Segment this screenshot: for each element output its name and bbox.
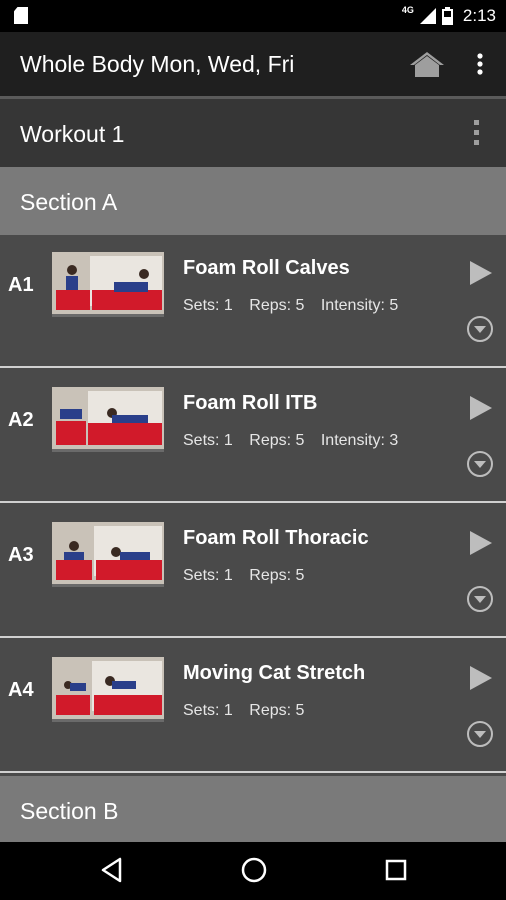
exercise-meta: Sets: 1 Reps: 5 Intensity: 3	[183, 432, 410, 450]
exercise-row-a2[interactable]: A2 Foam Roll ITB Sets: 1 Reps: 5 Intensi…	[0, 370, 506, 503]
expand-icon[interactable]	[466, 315, 494, 343]
section-label: Section A	[20, 189, 118, 215]
exercise-thumbnail[interactable]	[52, 252, 164, 317]
network-type: 4G	[401, 5, 414, 15]
back-icon[interactable]	[100, 856, 124, 884]
section-label: Section B	[20, 798, 119, 824]
reps-value: Reps: 5	[249, 432, 305, 449]
battery-icon	[441, 7, 453, 25]
exercise-row-a1[interactable]: A1 Foam Roll Calves Sets: 1 Reps: 5 Inte…	[0, 235, 506, 368]
navigation-bar	[0, 842, 506, 900]
play-icon[interactable]	[468, 664, 494, 692]
home-circle-icon[interactable]	[240, 856, 268, 884]
exercise-meta: Sets: 1 Reps: 5	[183, 567, 316, 585]
exercise-code: A2	[8, 409, 34, 431]
exercise-thumbnail[interactable]	[52, 387, 164, 452]
exercise-row-a3[interactable]: A3 Foam Roll Thoracic Sets: 1 Reps: 5	[0, 505, 506, 638]
sets-value: Sets: 1	[183, 297, 233, 314]
reps-value: Reps: 5	[249, 567, 305, 584]
app-title: Whole Body Mon, Wed, Fri	[20, 51, 295, 77]
sets-value: Sets: 1	[183, 567, 233, 584]
expand-icon[interactable]	[466, 720, 494, 748]
workout-header[interactable]: Workout 1	[0, 99, 506, 167]
home-icon[interactable]	[408, 50, 446, 78]
app-bar: Whole Body Mon, Wed, Fri	[0, 32, 506, 96]
expand-icon[interactable]	[466, 585, 494, 613]
exercise-thumbnail[interactable]	[52, 522, 164, 587]
section-header-b[interactable]: Section B	[0, 776, 506, 842]
reps-value: Reps: 5	[249, 702, 305, 719]
exercise-code: A3	[8, 544, 34, 566]
exercise-meta: Sets: 1 Reps: 5	[183, 702, 316, 720]
exercise-name: Foam Roll Calves	[183, 257, 350, 279]
exercise-code: A4	[8, 679, 34, 701]
workout-title: Workout 1	[20, 121, 125, 147]
exercise-thumbnail[interactable]	[52, 657, 164, 722]
exercise-name: Foam Roll Thoracic	[183, 527, 369, 549]
recents-icon[interactable]	[384, 856, 408, 884]
exercise-name: Foam Roll ITB	[183, 392, 318, 414]
play-icon[interactable]	[468, 394, 494, 422]
exercise-name: Moving Cat Stretch	[183, 662, 366, 684]
intensity-value: Intensity: 3	[320, 432, 399, 449]
sets-value: Sets: 1	[183, 702, 233, 719]
more-vert-icon[interactable]	[468, 52, 492, 76]
sd-card-icon	[14, 7, 28, 24]
exercise-code: A1	[8, 274, 34, 296]
section-header-a[interactable]: Section A	[0, 167, 506, 235]
play-icon[interactable]	[468, 259, 494, 287]
reps-value: Reps: 5	[249, 297, 305, 314]
exercise-meta: Sets: 1 Reps: 5 Intensity: 5	[183, 297, 410, 315]
workout-more-icon[interactable]	[466, 119, 488, 147]
exercise-row-a4[interactable]: A4 Moving Cat Stretch Sets: 1 Reps: 5	[0, 640, 506, 773]
expand-icon[interactable]	[466, 450, 494, 478]
signal-icon	[419, 8, 436, 24]
status-bar: 4G 2:13	[0, 0, 506, 32]
clock: 2:13	[462, 6, 496, 25]
play-icon[interactable]	[468, 529, 494, 557]
sets-value: Sets: 1	[183, 432, 233, 449]
intensity-value: Intensity: 5	[320, 297, 399, 314]
